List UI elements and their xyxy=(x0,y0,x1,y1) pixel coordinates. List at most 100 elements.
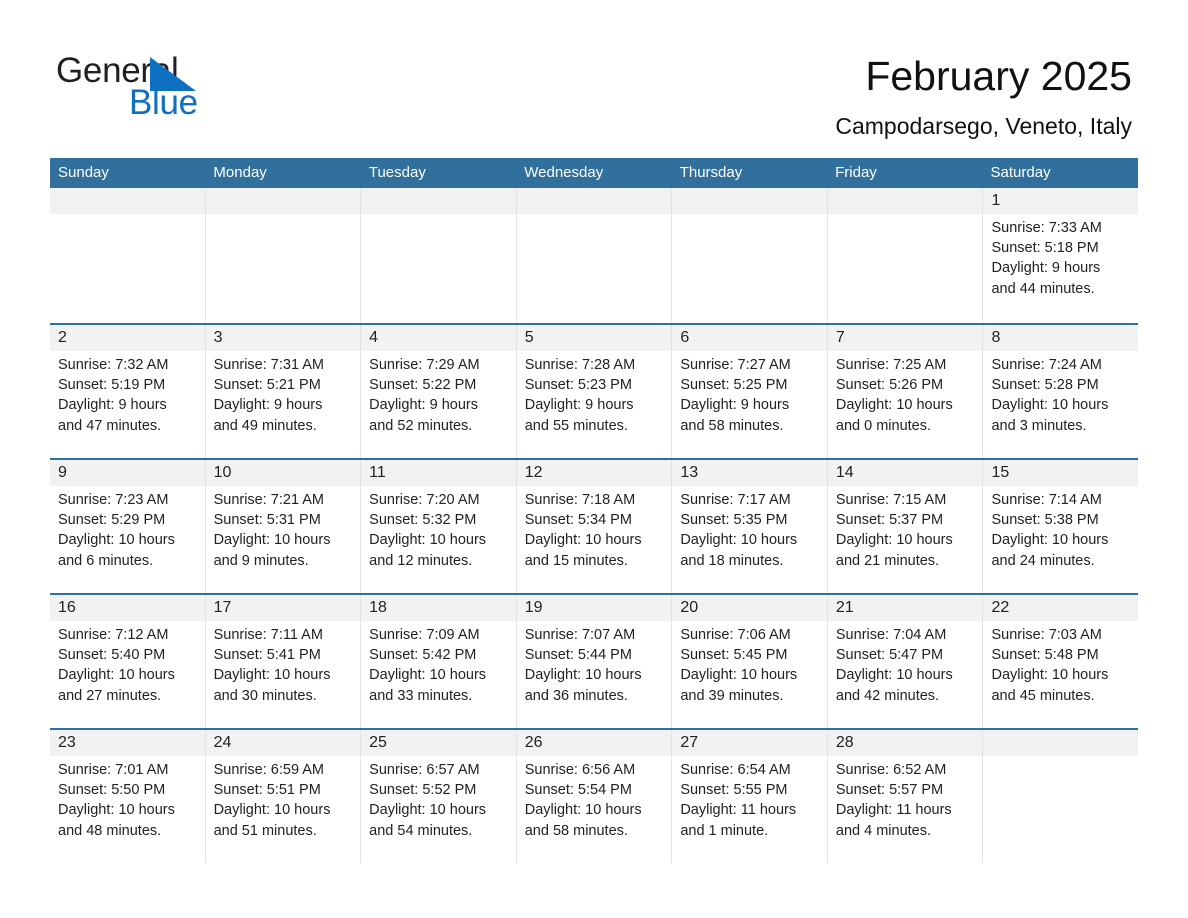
sunrise-text: Sunrise: 7:18 AM xyxy=(524,492,636,508)
daylight-text-line2: and 3 minutes. xyxy=(991,417,1087,434)
sunset-text: Sunset: 5:28 PM xyxy=(991,377,1099,394)
day-cell: 8 Sunrise: 7:24 AM Sunset: 5:28 PM Dayli… xyxy=(982,325,1139,458)
sunset-text: Sunset: 5:25 PM xyxy=(680,377,788,394)
sunrise-text: Sunrise: 7:04 AM xyxy=(835,627,947,643)
day-info: Sunrise: 6:52 AM Sunset: 5:57 PM Dayligh… xyxy=(828,756,983,841)
day-number-band: 6 xyxy=(672,325,827,351)
sunrise-text: Sunrise: 7:01 AM xyxy=(58,762,169,778)
day-info: Sunrise: 7:06 AM Sunset: 5:45 PM Dayligh… xyxy=(672,621,827,706)
day-number: 23 xyxy=(58,734,76,751)
sunset-text: Sunset: 5:19 PM xyxy=(58,377,166,394)
day-number-band: 5 xyxy=(516,325,672,351)
day-cell xyxy=(360,188,516,323)
day-number-band: 1 xyxy=(983,188,1139,214)
weekday-header-thursday: Thursday xyxy=(679,164,743,181)
sunrise-text: Sunrise: 7:31 AM xyxy=(213,357,324,373)
day-cell xyxy=(826,188,983,323)
day-info xyxy=(828,214,983,218)
day-cell: 16 Sunrise: 7:12 AM Sunset: 5:40 PM Dayl… xyxy=(50,595,205,728)
day-info: Sunrise: 7:03 AM Sunset: 5:48 PM Dayligh… xyxy=(983,621,1138,706)
day-number: 6 xyxy=(680,329,690,346)
daylight-text-line2: and 0 minutes. xyxy=(835,417,932,434)
sunset-text: Sunset: 5:51 PM xyxy=(213,782,321,799)
daylight-text-line1: Daylight: 10 hours xyxy=(524,667,642,684)
day-cell xyxy=(671,188,827,323)
sunset-text: Sunset: 5:54 PM xyxy=(524,782,632,799)
sunrise-text: Sunrise: 7:33 AM xyxy=(991,220,1102,236)
daylight-text-line1: Daylight: 10 hours xyxy=(524,532,642,549)
sunrise-text: Sunrise: 7:07 AM xyxy=(524,627,636,643)
day-cell: 25 Sunrise: 6:57 AM Sunset: 5:52 PM Dayl… xyxy=(360,730,516,863)
sunset-text: Sunset: 5:35 PM xyxy=(680,512,788,529)
day-cell: 4 Sunrise: 7:29 AM Sunset: 5:22 PM Dayli… xyxy=(360,325,516,458)
day-number-band: 4 xyxy=(361,325,516,351)
sunrise-text: Sunrise: 7:15 AM xyxy=(835,492,947,508)
day-cell: 9 Sunrise: 7:23 AM Sunset: 5:29 PM Dayli… xyxy=(50,460,205,593)
day-cell: 22 Sunrise: 7:03 AM Sunset: 5:48 PM Dayl… xyxy=(982,595,1139,728)
sunset-text: Sunset: 5:52 PM xyxy=(369,782,477,799)
day-number-band: 16 xyxy=(50,595,205,621)
daylight-text-line2: and 36 minutes. xyxy=(524,687,628,704)
day-cell: 5 Sunrise: 7:28 AM Sunset: 5:23 PM Dayli… xyxy=(515,325,672,458)
sunrise-text: Sunrise: 7:11 AM xyxy=(213,627,323,643)
sunset-text: Sunset: 5:21 PM xyxy=(213,377,321,394)
day-cell: 27 Sunrise: 6:54 AM Sunset: 5:55 PM Dayl… xyxy=(671,730,827,863)
calendar-week-row: 2 Sunrise: 7:32 AM Sunset: 5:19 PM Dayli… xyxy=(50,323,1139,458)
calendar-week-row: 23 Sunrise: 7:01 AM Sunset: 5:50 PM Dayl… xyxy=(50,728,1139,863)
sunset-text: Sunset: 5:31 PM xyxy=(213,512,321,529)
daylight-text-line1: Daylight: 11 hours xyxy=(835,802,952,819)
day-number: 2 xyxy=(58,329,67,346)
day-number: 18 xyxy=(369,599,387,616)
sunset-text: Sunset: 5:55 PM xyxy=(680,782,788,799)
day-number: 14 xyxy=(835,464,854,481)
day-cell: 10 Sunrise: 7:21 AM Sunset: 5:31 PM Dayl… xyxy=(204,460,361,593)
day-number-band: 18 xyxy=(361,595,516,621)
sunset-text: Sunset: 5:42 PM xyxy=(369,647,477,664)
sunset-text: Sunset: 5:47 PM xyxy=(835,647,944,664)
daylight-text-line2: and 54 minutes. xyxy=(369,822,473,839)
day-info: Sunrise: 7:18 AM Sunset: 5:34 PM Dayligh… xyxy=(517,486,672,571)
day-number: 7 xyxy=(835,329,845,346)
calendar-grid: Sunday Monday Tuesday Wednesday Thursday… xyxy=(50,158,1139,863)
day-number-band xyxy=(50,188,205,214)
day-number: 3 xyxy=(213,329,223,346)
day-cell: 6 Sunrise: 7:27 AM Sunset: 5:25 PM Dayli… xyxy=(671,325,827,458)
sunrise-text: Sunrise: 7:20 AM xyxy=(369,492,480,508)
day-number-band: 28 xyxy=(827,730,983,756)
daylight-text-line2: and 58 minutes. xyxy=(524,822,628,839)
daylight-text-line1: Daylight: 10 hours xyxy=(991,667,1109,684)
day-info: Sunrise: 7:09 AM Sunset: 5:42 PM Dayligh… xyxy=(361,621,516,706)
day-info xyxy=(672,214,827,218)
day-number-band: 10 xyxy=(205,460,361,486)
day-cell: 1 Sunrise: 7:33 AM Sunset: 5:18 PM Dayli… xyxy=(982,188,1139,323)
day-cell: 24 Sunrise: 6:59 AM Sunset: 5:51 PM Dayl… xyxy=(204,730,361,863)
day-cell: 21 Sunrise: 7:04 AM Sunset: 5:47 PM Dayl… xyxy=(826,595,983,728)
weekday-header-saturday: Saturday xyxy=(990,164,1051,181)
day-cell: 7 Sunrise: 7:25 AM Sunset: 5:26 PM Dayli… xyxy=(826,325,983,458)
daylight-text-line2: and 6 minutes. xyxy=(58,552,154,569)
day-info xyxy=(50,214,205,218)
sunset-text: Sunset: 5:38 PM xyxy=(991,512,1099,529)
daylight-text-line1: Daylight: 10 hours xyxy=(835,532,953,549)
day-cell: 26 Sunrise: 6:56 AM Sunset: 5:54 PM Dayl… xyxy=(515,730,672,863)
day-cell: 14 Sunrise: 7:15 AM Sunset: 5:37 PM Dayl… xyxy=(826,460,983,593)
day-info: Sunrise: 7:27 AM Sunset: 5:25 PM Dayligh… xyxy=(672,351,827,436)
weekday-header-wednesday: Wednesday xyxy=(524,164,604,181)
sunset-text: Sunset: 5:50 PM xyxy=(58,782,166,799)
daylight-text-line2: and 24 minutes. xyxy=(991,552,1095,569)
day-number: 11 xyxy=(369,464,386,481)
day-number: 8 xyxy=(991,329,1001,346)
daylight-text-line2: and 49 minutes. xyxy=(213,417,317,434)
day-cell: 17 Sunrise: 7:11 AM Sunset: 5:41 PM Dayl… xyxy=(204,595,361,728)
day-number: 15 xyxy=(991,464,1010,481)
day-info: Sunrise: 7:31 AM Sunset: 5:21 PM Dayligh… xyxy=(206,351,361,436)
day-number: 27 xyxy=(680,734,699,751)
daylight-text-line2: and 52 minutes. xyxy=(369,417,473,434)
daylight-text-line2: and 58 minutes. xyxy=(680,417,784,434)
daylight-text-line1: Daylight: 9 hours xyxy=(369,397,478,414)
day-number: 24 xyxy=(213,734,232,751)
sunset-text: Sunset: 5:41 PM xyxy=(213,647,321,664)
day-number-band: 23 xyxy=(50,730,205,756)
daylight-text-line2: and 47 minutes. xyxy=(58,417,162,434)
sunset-text: Sunset: 5:23 PM xyxy=(524,377,632,394)
